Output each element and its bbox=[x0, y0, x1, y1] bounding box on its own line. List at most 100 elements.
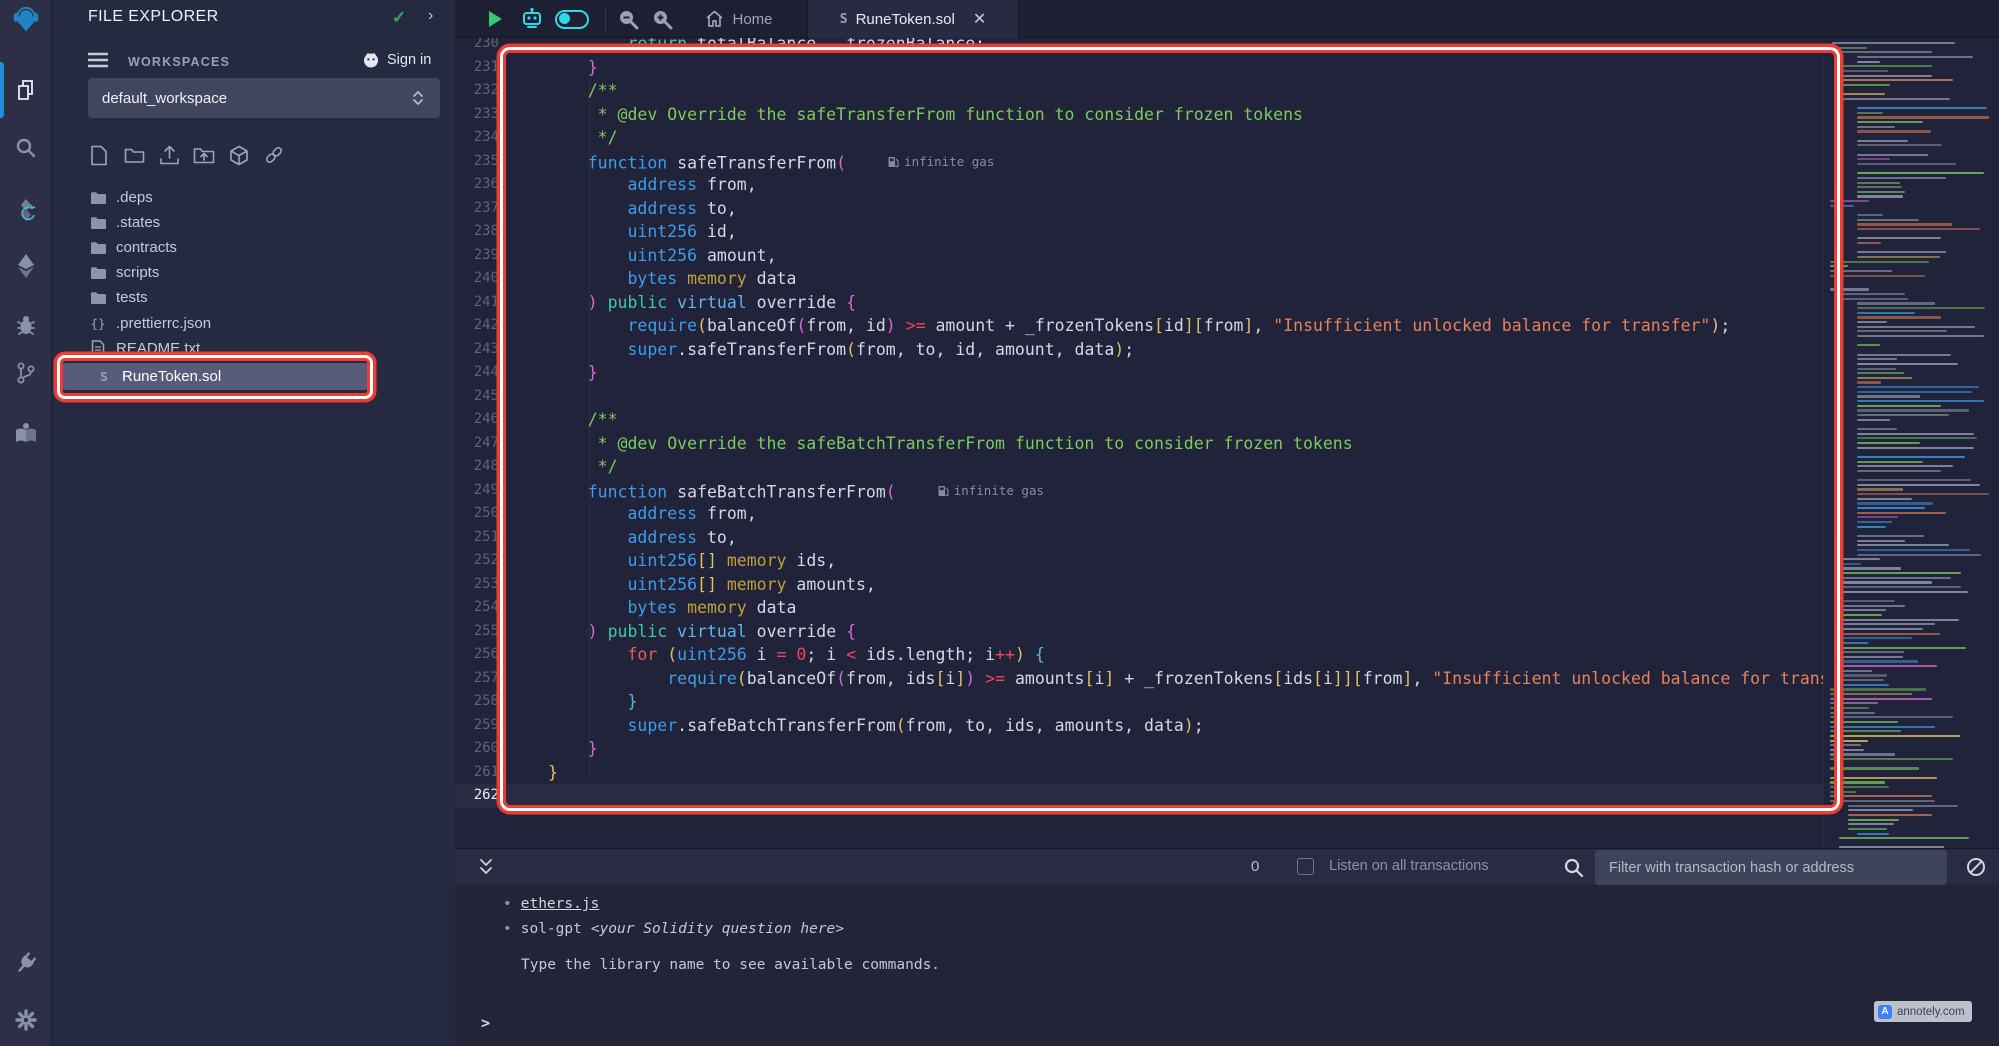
line-number[interactable]: 234 bbox=[455, 126, 499, 150]
terminal-list-item: •ethers.js bbox=[503, 896, 599, 912]
tree-item-contracts[interactable]: contracts bbox=[52, 235, 455, 260]
line-number[interactable]: 248 bbox=[455, 455, 499, 479]
zoom-in-icon[interactable] bbox=[647, 0, 677, 38]
line-number[interactable]: 253 bbox=[455, 573, 499, 597]
line-number[interactable]: 233 bbox=[455, 103, 499, 127]
tree-item-tests[interactable]: tests bbox=[52, 285, 455, 310]
tab-runetoken[interactable]: S RuneToken.sol ✕ bbox=[807, 0, 1019, 38]
line-number[interactable]: 236 bbox=[455, 173, 499, 197]
line-number[interactable]: 249 bbox=[455, 479, 499, 503]
code-line-235: 235 function safeTransferFrom(infinite g… bbox=[455, 150, 1823, 174]
upload-folder-icon[interactable] bbox=[193, 144, 215, 166]
line-number[interactable]: 235 bbox=[455, 150, 499, 174]
tree-item--states[interactable]: .states bbox=[52, 210, 455, 235]
tree-item-label: RuneToken.sol bbox=[122, 368, 221, 385]
line-number[interactable]: 246 bbox=[455, 408, 499, 432]
line-number[interactable]: 251 bbox=[455, 526, 499, 550]
cube-icon[interactable] bbox=[228, 144, 250, 166]
folder-icon bbox=[88, 266, 108, 280]
json-icon: {} bbox=[88, 316, 108, 331]
listen-checkbox[interactable] bbox=[1297, 858, 1314, 875]
tree-item-readme-txt[interactable]: README.txt bbox=[52, 336, 455, 361]
code-text: uint256 id, bbox=[548, 220, 737, 244]
watermark-logo: A bbox=[1878, 1005, 1892, 1019]
code-editor[interactable]: 230 return totalBalance - frozenBalance;… bbox=[455, 38, 1999, 848]
tree-item--deps[interactable]: .deps bbox=[52, 185, 455, 210]
line-number[interactable]: 262 bbox=[455, 784, 499, 808]
ai-toggle-on[interactable] bbox=[553, 0, 591, 38]
collapse-panel-icon[interactable]: › bbox=[428, 7, 433, 25]
line-number[interactable]: 230 bbox=[455, 38, 499, 56]
line-number[interactable]: 232 bbox=[455, 79, 499, 103]
plugin-manager-icon[interactable] bbox=[12, 949, 40, 977]
workspace-select[interactable]: default_workspace bbox=[88, 78, 440, 118]
close-tab-icon[interactable]: ✕ bbox=[973, 9, 986, 29]
line-number[interactable]: 237 bbox=[455, 197, 499, 221]
code-line-232: 232 /** bbox=[455, 79, 1823, 103]
code-text: uint256[] memory amounts, bbox=[548, 573, 876, 597]
tree-item-runetoken-sol[interactable]: SRuneToken.sol bbox=[63, 363, 367, 390]
line-number[interactable]: 238 bbox=[455, 220, 499, 244]
link-icon[interactable] bbox=[263, 144, 285, 166]
terminal-prompt[interactable]: > bbox=[481, 1014, 490, 1032]
sign-in-button[interactable]: Sign in bbox=[362, 51, 431, 68]
line-number[interactable]: 260 bbox=[455, 737, 499, 761]
line-number[interactable]: 243 bbox=[455, 338, 499, 362]
ethers-link[interactable]: ethers.js bbox=[521, 896, 600, 912]
tree-item-label: .prettierrc.json bbox=[116, 315, 211, 332]
ai-assistant-icon[interactable] bbox=[517, 0, 547, 38]
line-number[interactable]: 256 bbox=[455, 643, 499, 667]
deploy-run-icon[interactable] bbox=[12, 252, 40, 280]
gas-estimate-annotation: infinite gas bbox=[938, 479, 1044, 503]
tree-item-label: README.txt bbox=[116, 340, 200, 357]
git-icon[interactable] bbox=[12, 359, 40, 387]
code-line-234: 234 */ bbox=[455, 126, 1823, 150]
terminal-search-icon[interactable] bbox=[1563, 857, 1585, 879]
settings-gear-icon[interactable] bbox=[12, 1006, 40, 1034]
code-text: address to, bbox=[548, 526, 737, 550]
zoom-out-icon[interactable] bbox=[613, 0, 643, 38]
code-text: ) public virtual override { bbox=[548, 291, 856, 315]
solidity-compiler-icon[interactable] bbox=[12, 197, 40, 225]
search-icon[interactable] bbox=[12, 134, 40, 162]
line-number[interactable]: 241 bbox=[455, 291, 499, 315]
line-number[interactable]: 250 bbox=[455, 502, 499, 526]
debugger-icon[interactable] bbox=[12, 311, 40, 339]
file-explorer-icon[interactable] bbox=[12, 76, 40, 104]
line-number[interactable]: 231 bbox=[455, 56, 499, 80]
workspace-stepper-icon bbox=[410, 89, 426, 107]
run-script-button[interactable] bbox=[483, 0, 507, 38]
line-number[interactable]: 245 bbox=[455, 385, 499, 409]
tab-runetoken-label: RuneToken.sol bbox=[856, 11, 955, 28]
line-number[interactable]: 254 bbox=[455, 596, 499, 620]
confirm-check-icon[interactable]: ✓ bbox=[392, 8, 406, 28]
line-number[interactable]: 239 bbox=[455, 244, 499, 268]
line-number[interactable]: 244 bbox=[455, 361, 499, 385]
terminal-output[interactable]: •ethers.js•sol-gpt <your Solidity questi… bbox=[455, 885, 1999, 1046]
tree-item-label: .deps bbox=[116, 189, 153, 206]
create-file-icon[interactable] bbox=[88, 144, 110, 166]
collapse-terminal-icon[interactable] bbox=[478, 857, 494, 877]
create-folder-icon[interactable] bbox=[123, 144, 145, 166]
line-number[interactable]: 259 bbox=[455, 714, 499, 738]
line-number[interactable]: 255 bbox=[455, 620, 499, 644]
learneth-icon[interactable] bbox=[12, 419, 40, 447]
tree-item-scripts[interactable]: scripts bbox=[52, 260, 455, 285]
transaction-filter-input[interactable] bbox=[1595, 850, 1947, 885]
tree-item--prettierrc-json[interactable]: {} .prettierrc.json bbox=[52, 311, 455, 336]
minimap[interactable] bbox=[1823, 38, 1999, 848]
line-number[interactable]: 258 bbox=[455, 690, 499, 714]
tab-home[interactable]: Home bbox=[683, 0, 795, 38]
line-number[interactable]: 261 bbox=[455, 761, 499, 785]
upload-file-icon[interactable] bbox=[158, 144, 180, 166]
code-line-262: 262 bbox=[455, 784, 1823, 808]
line-number[interactable]: 242 bbox=[455, 314, 499, 338]
remix-logo-icon[interactable] bbox=[12, 6, 40, 34]
line-number[interactable]: 240 bbox=[455, 267, 499, 291]
line-number[interactable]: 247 bbox=[455, 432, 499, 456]
line-number[interactable]: 252 bbox=[455, 549, 499, 573]
listen-label[interactable]: Listen on all transactions bbox=[1329, 858, 1489, 874]
workspaces-menu-icon[interactable] bbox=[88, 52, 108, 68]
line-number[interactable]: 257 bbox=[455, 667, 499, 691]
clear-console-icon[interactable] bbox=[1967, 858, 1985, 876]
